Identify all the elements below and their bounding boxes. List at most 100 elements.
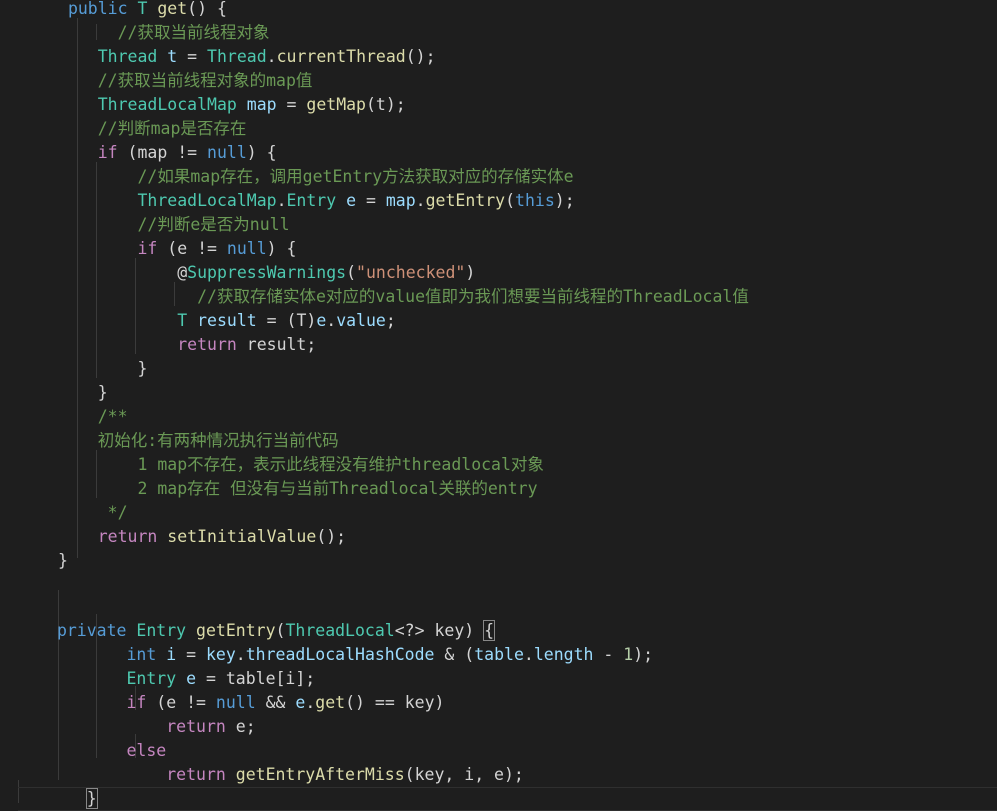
code-line[interactable]: private Entry getEntry(ThreadLocal<?> ke… [47,619,496,643]
code-token: (); [405,47,436,66]
code-line[interactable]: T result = (T)e.value; [58,309,396,333]
code-line[interactable]: } [58,549,68,573]
code-line[interactable]: Entry e = table[i]; [47,667,315,691]
code-token: null [207,143,247,162]
code-token: threadLocalHashCode [245,645,435,664]
code-token: = [276,95,307,114]
code-token: setInitialValue [167,527,317,546]
code-token: 1 [623,645,634,664]
code-line[interactable]: //判断map是否存在 [58,117,247,141]
code-token: return [177,335,237,354]
code-token: <?> key) [394,621,485,640]
code-line[interactable]: if (e != null && e.get() == key) [47,691,444,715]
code-token: (t); [366,95,406,114]
code-line[interactable]: int i = key.threadLocalHashCode & (table… [47,643,653,667]
code-line[interactable]: return getEntryAfterMiss(key, i, e); [47,763,524,787]
code-token: get [315,693,346,712]
code-line[interactable]: //获取当前线程对象的map值 [58,69,313,93]
code-line[interactable]: return e; [47,715,255,739]
code-token: SuppressWarnings [187,263,347,282]
code-token: get [157,0,188,18]
code-token: . [523,645,534,664]
code-line[interactable]: } [58,381,108,405]
code-token: . [415,191,426,210]
code-line[interactable]: */ [58,501,128,525]
code-line[interactable]: //如果map存在，调用getEntry方法获取对应的存储实体e [58,165,573,189]
code-token: ThreadLocalMap [137,191,277,210]
code-token: . [235,645,246,664]
code-token: ThreadLocal [285,621,395,640]
code-line[interactable]: 1 map不存在，表示此线程没有维护threadlocal对象 [58,453,543,477]
code-token: . [326,311,337,330]
code-line[interactable]: if (e != null) { [58,237,296,261]
code-token: T [137,0,148,18]
code-line[interactable]: //获取存储实体e对应的value值即为我们想要当前线程的ThreadLocal… [58,285,749,309]
code-line[interactable]: Thread t = Thread.currentThread(); [58,45,436,69]
code-line[interactable]: else [47,739,166,763]
code-token: //判断map是否存在 [97,119,247,138]
code-token: (key, i, e); [404,765,524,784]
code-token: (e != [146,693,216,712]
code-token: public [67,0,128,18]
code-token: () { [187,0,227,18]
code-token: e [316,311,327,330]
code-line[interactable]: @SuppressWarnings("unchecked") [58,261,475,285]
code-token: map [385,191,416,210]
code-token: t [167,47,178,66]
code-token: } [58,551,68,570]
code-line[interactable]: ThreadLocalMap.Entry e = map.getEntry(th… [58,189,574,213]
code-token: e [295,693,306,712]
code-token: Thread [97,47,158,66]
code-token: length [533,645,594,664]
code-token: //获取当前线程对象 [117,23,270,42]
code-token: getEntry [425,191,506,210]
code-token: currentThread [276,47,406,66]
code-token: ) [465,263,476,282]
code-token: value [336,311,386,330]
code-line[interactable]: //获取当前线程对象 [58,21,270,45]
code-token: map [246,95,277,114]
code-line[interactable]: public T get() { [58,0,227,21]
code-token: //获取当前线程对象的map值 [97,71,313,90]
code-line[interactable]: 2 map存在 但没有与当前Threadlocal关联的entry [58,477,538,501]
code-token: } [58,359,148,378]
code-token: "unchecked" [356,263,466,282]
code-token: Thread [207,47,267,66]
code-token: */ [107,503,128,522]
code-line[interactable]: //判断e是否为null [58,213,289,237]
code-line[interactable]: } [18,787,997,811]
code-line[interactable]: } [58,357,147,381]
code-token: = table[i]; [196,669,316,688]
code-editor[interactable]: public T get() { //获取当前线程对象 Thread t = T… [0,0,997,809]
code-token: 2 map存在 但没有与当前Threadlocal关联的entry [137,479,538,498]
code-line[interactable]: return result; [58,333,316,357]
code-token: ; [385,311,396,330]
code-line[interactable]: return setInitialValue(); [58,525,346,549]
code-line[interactable]: /** [58,405,128,429]
code-line[interactable]: ThreadLocalMap map = getMap(t); [58,93,406,117]
code-token: getMap [306,95,366,114]
code-line[interactable]: if (map != null) { [58,141,277,165]
code-token: = (T) [256,311,317,330]
code-line[interactable]: 初始化:有两种情况执行当前代码 [58,429,339,453]
